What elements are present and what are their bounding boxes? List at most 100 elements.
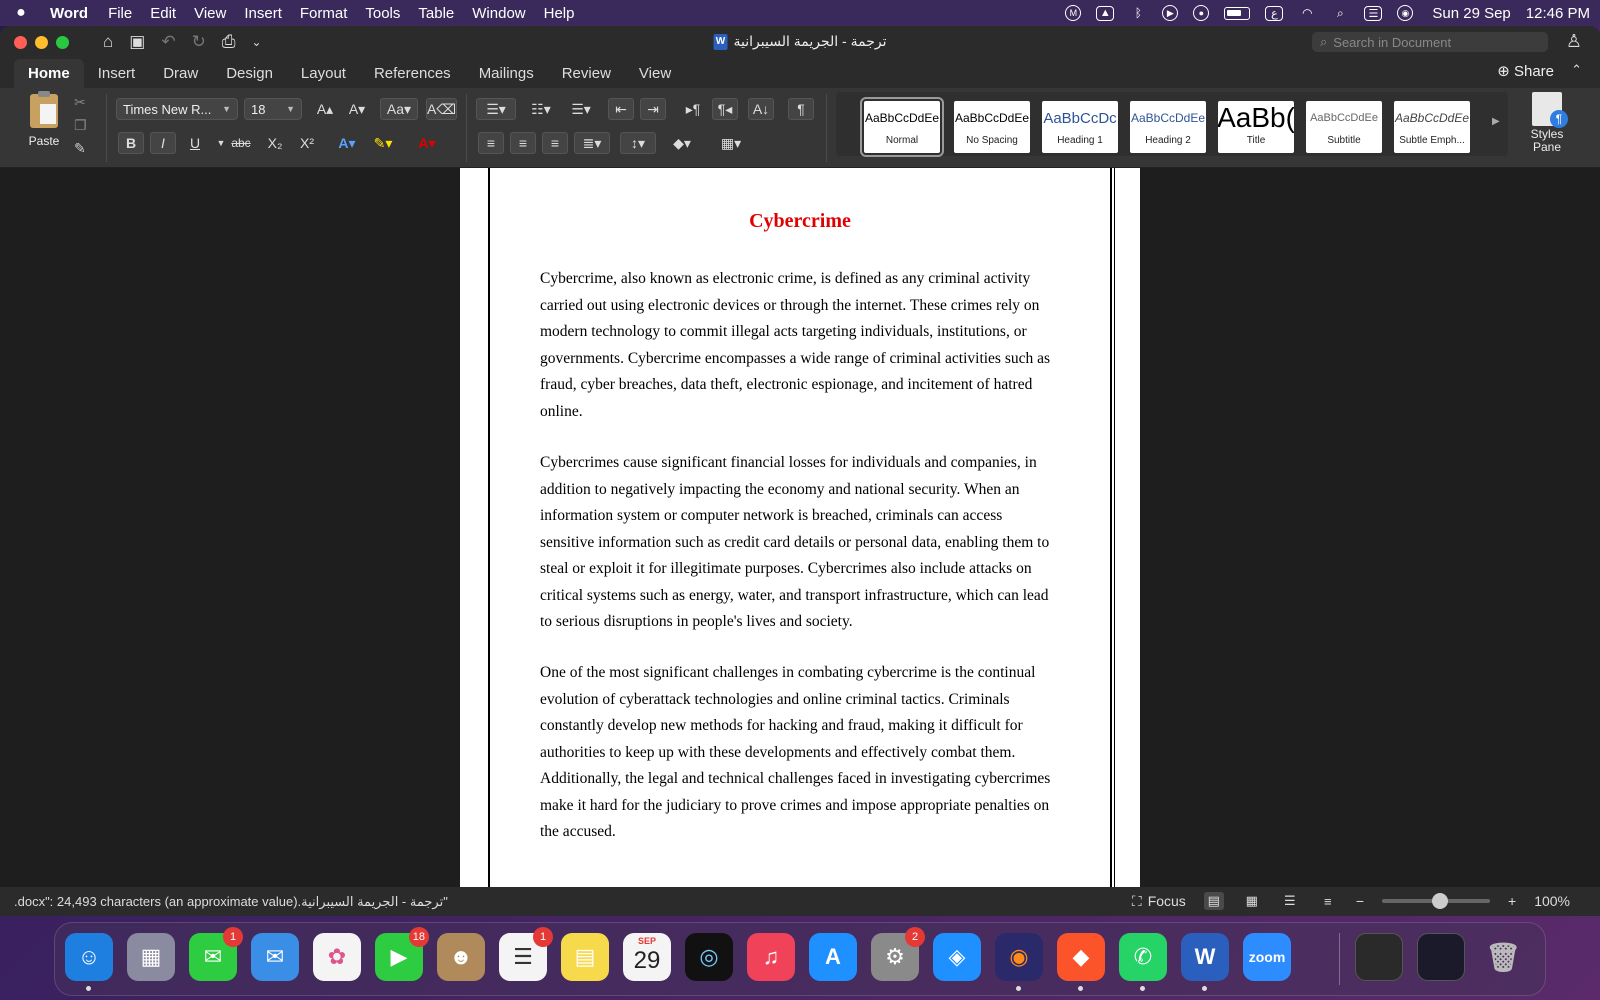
dock-whatsapp-icon[interactable]: ✆ xyxy=(1119,933,1167,991)
paste-button[interactable]: Paste xyxy=(16,91,72,148)
redo-icon[interactable]: ↻ xyxy=(192,32,206,52)
dock-word-icon[interactable]: W xyxy=(1181,933,1229,991)
increase-indent-icon[interactable]: ⇥ xyxy=(640,98,666,120)
menu-edit[interactable]: Edit xyxy=(150,5,176,22)
menu-format[interactable]: Format xyxy=(300,5,348,22)
strikethrough-button[interactable]: abc xyxy=(228,132,254,154)
print-icon[interactable]: ⎙ xyxy=(222,32,236,52)
dock-zoom-icon[interactable]: zoom xyxy=(1243,933,1291,981)
tab-mailings[interactable]: Mailings xyxy=(465,65,548,88)
font-color-icon[interactable]: A▾ xyxy=(414,132,440,154)
style-title[interactable]: AaBb( Title xyxy=(1218,101,1294,153)
dock-safari-icon[interactable]: ◈ xyxy=(933,933,981,981)
highlight-color-icon[interactable]: ✎▾ xyxy=(370,132,396,154)
change-case-icon[interactable]: Aa▾ xyxy=(380,98,418,120)
menu-view[interactable]: View xyxy=(194,5,226,22)
battery-icon[interactable] xyxy=(1224,6,1251,20)
menu-tools[interactable]: Tools xyxy=(365,5,400,22)
customize-toolbar-icon[interactable]: ⌄ xyxy=(251,35,261,49)
tab-insert[interactable]: Insert xyxy=(84,65,150,88)
clear-formatting-icon[interactable]: A⌫ xyxy=(426,98,458,120)
dock-notes-icon[interactable]: ▤ xyxy=(561,933,609,981)
screen-status-icon[interactable]: ▲ xyxy=(1096,5,1115,21)
zoom-slider[interactable] xyxy=(1382,893,1490,909)
m-status-icon[interactable]: M xyxy=(1065,5,1082,21)
minimize-window-button[interactable] xyxy=(35,35,48,49)
dock-launchpad-icon[interactable]: ▦ xyxy=(127,933,175,981)
dock-minimized-window-2[interactable] xyxy=(1417,933,1465,981)
tab-references[interactable]: References xyxy=(360,65,465,88)
siri-icon[interactable]: ◉ xyxy=(1397,5,1414,21)
sort-icon[interactable]: A↓ xyxy=(748,98,774,120)
account-icon[interactable]: ♙ xyxy=(1566,31,1582,52)
menu-insert[interactable]: Insert xyxy=(244,5,282,22)
superscript-icon[interactable]: X² xyxy=(294,132,320,154)
dock-app-store-icon[interactable]: A xyxy=(809,933,857,981)
style-heading-2[interactable]: AaBbCcDdEe Heading 2 xyxy=(1130,101,1206,153)
menu-window[interactable]: Window xyxy=(472,5,525,22)
subscript-icon[interactable]: X₂ xyxy=(262,132,288,154)
underline-button[interactable]: U xyxy=(182,132,208,154)
bold-button[interactable]: B xyxy=(118,132,144,154)
line-spacing-icon[interactable]: ↕▾ xyxy=(620,132,656,154)
dock-brave-icon[interactable]: ◆ xyxy=(1057,933,1105,991)
styles-pane-button[interactable]: Styles Pane xyxy=(1518,92,1576,154)
tab-review[interactable]: Review xyxy=(548,65,625,88)
zoom-in-icon[interactable]: + xyxy=(1508,893,1516,909)
dock-photos-icon[interactable]: ✿ xyxy=(313,933,361,981)
zoom-level[interactable]: 100% xyxy=(1534,893,1570,909)
borders-icon[interactable]: ▦▾ xyxy=(710,132,752,154)
input-source-icon[interactable]: ع xyxy=(1265,5,1284,21)
format-painter-icon[interactable]: ✎ xyxy=(74,140,87,157)
style-subtitle[interactable]: AaBbCcDdEe Subtitle xyxy=(1306,101,1382,153)
ltr-paragraph-icon[interactable]: ▸¶ xyxy=(680,98,706,120)
italic-button[interactable]: I xyxy=(150,132,176,154)
focus-button[interactable]: ⛶ Focus xyxy=(1132,893,1186,910)
text-effects-icon[interactable]: A▾ xyxy=(334,132,360,154)
dock-reminders-icon[interactable]: ☰ 1 xyxy=(499,927,553,981)
copy-icon[interactable]: ❐ xyxy=(74,117,87,134)
decrease-indent-icon[interactable]: ⇤ xyxy=(608,98,634,120)
zoom-slider-handle[interactable] xyxy=(1432,893,1448,909)
dock-finder-icon[interactable]: ☺ xyxy=(65,933,113,991)
tab-design[interactable]: Design xyxy=(212,65,287,88)
shading-icon[interactable]: ◆▾ xyxy=(664,132,700,154)
dock-trash-icon[interactable]: 🗑 xyxy=(1479,933,1527,981)
decrease-font-size-icon[interactable]: A▾ xyxy=(344,98,370,120)
cut-icon[interactable]: ✂ xyxy=(74,94,87,111)
web-layout-view-icon[interactable]: ▦ xyxy=(1242,892,1262,910)
zoom-out-icon[interactable]: − xyxy=(1356,893,1364,909)
dock-facetime-icon[interactable]: ▶ 18 xyxy=(375,927,429,981)
style-heading-1[interactable]: AaBbCcDc Heading 1 xyxy=(1042,101,1118,153)
close-window-button[interactable] xyxy=(14,35,27,49)
menubar-time[interactable]: 12:46 PM xyxy=(1526,5,1590,22)
dock-system-settings-icon[interactable]: ⚙ 2 xyxy=(871,927,925,981)
share-button[interactable]: ⊕ Share xyxy=(1497,62,1554,80)
collapse-ribbon-icon[interactable]: ⌃ xyxy=(1571,62,1582,78)
print-layout-view-icon[interactable]: ▤ xyxy=(1203,892,1224,910)
search-in-document[interactable]: ⌕ Search in Document xyxy=(1312,32,1548,52)
dock-firefox-icon[interactable]: ◉ xyxy=(995,933,1043,991)
play-status-icon[interactable]: ▶ xyxy=(1162,5,1179,21)
home-icon[interactable]: ⌂ xyxy=(103,32,113,52)
outline-view-icon[interactable]: ☰ xyxy=(1280,892,1300,910)
tab-layout[interactable]: Layout xyxy=(287,65,360,88)
bluetooth-icon[interactable]: ᛒ xyxy=(1129,5,1147,21)
save-icon[interactable]: ▣ xyxy=(129,32,145,52)
numbering-icon[interactable]: ☷▾ xyxy=(524,98,558,120)
justify-icon[interactable]: ≣▾ xyxy=(574,132,610,154)
style-subtle-emphasis[interactable]: AaBbCcDdEe Subtle Emph... xyxy=(1394,101,1470,153)
control-center-icon[interactable]: ☰ xyxy=(1364,5,1383,21)
tab-view[interactable]: View xyxy=(625,65,685,88)
rtl-paragraph-icon[interactable]: ¶◂ xyxy=(712,98,738,120)
show-formatting-marks-icon[interactable]: ¶ xyxy=(788,98,814,120)
increase-font-size-icon[interactable]: A▴ xyxy=(312,98,338,120)
align-center-icon[interactable]: ≡ xyxy=(510,132,536,154)
align-right-icon[interactable]: ≡ xyxy=(542,132,568,154)
wifi-icon[interactable]: ◠ xyxy=(1298,5,1316,21)
document-page[interactable]: Cybercrime Cybercrime, also known as ele… xyxy=(460,168,1140,887)
apple-menu-icon[interactable]: ● xyxy=(10,4,32,22)
undo-icon[interactable]: ↶ xyxy=(161,32,175,52)
dock-activity-icon[interactable]: ◎ xyxy=(685,933,733,981)
menu-help[interactable]: Help xyxy=(544,5,575,22)
